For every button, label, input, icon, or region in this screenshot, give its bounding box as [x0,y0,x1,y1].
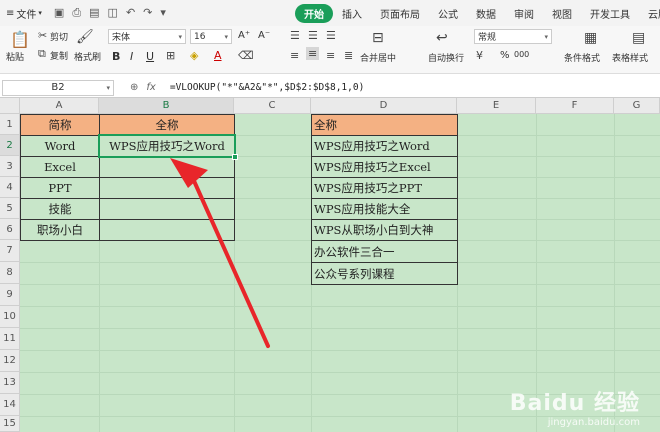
font-name-value: 宋体 [112,33,131,43]
decrease-font-button[interactable]: A⁻ [258,30,270,41]
table-style-button[interactable]: 表格样式 [612,51,648,64]
cut-button[interactable]: 剪切 [50,30,68,43]
tab-formulas[interactable]: 公式 [429,4,467,23]
quick-access-toolbar: ▣ ⎙ ▤ ◫ ↶ ↷ ▾ [54,6,166,20]
redo-icon[interactable]: ↷ [143,6,152,20]
tab-data[interactable]: 数据 [467,4,505,23]
thousands-separator-button[interactable]: 000 [514,50,529,59]
undo-icon[interactable]: ↶ [126,6,135,20]
paste-button[interactable]: 粘贴 [6,50,24,63]
align-top-icon[interactable]: ☰ [290,29,300,42]
chevron-down-icon: ▾ [38,9,42,17]
eraser-icon[interactable]: ⌫ [238,49,254,62]
justify-icon[interactable]: ≣ [344,49,353,62]
align-right-icon[interactable]: ≡ [326,49,335,62]
tab-developer[interactable]: 开发工具 [581,4,639,23]
spreadsheet-grid[interactable]: A B C D E F G 1 2 3 4 5 6 7 8 9 10 11 12… [0,98,660,432]
annotation-arrow-icon [170,158,270,348]
border-icon[interactable]: ⊞ [166,49,175,62]
align-bottom-icon[interactable]: ☰ [326,29,336,42]
zoom-icon[interactable]: ⊕ [130,82,138,93]
paste-icon[interactable]: 📋 [10,30,30,49]
align-middle-icon[interactable]: ☰ [308,29,318,42]
chevron-down-icon: ▾ [544,32,548,41]
tab-insert[interactable]: 插入 [333,4,371,23]
increase-font-button[interactable]: A⁺ [238,30,250,41]
chevron-down-icon: ▾ [178,32,182,41]
font-size-select[interactable]: 16 ▾ [190,29,232,44]
align-center-icon[interactable]: ≡ [306,47,320,60]
name-box[interactable]: B2 ▾ [2,79,114,96]
name-box-value: B2 [51,82,65,93]
fill-color-icon[interactable]: ◈ [190,49,198,62]
print-icon[interactable]: ▤ [89,6,99,20]
number-format-value: 常规 [478,33,497,43]
wrap-text-icon[interactable]: ↩ [436,30,448,46]
bold-button[interactable]: B [112,50,120,63]
more-icon[interactable]: ▾ [160,6,166,20]
font-color-button[interactable]: A [214,49,222,62]
wrap-text-button[interactable]: 自动换行 [428,51,464,64]
number-format-select[interactable]: 常规 ▾ [474,29,552,44]
copy-button[interactable]: 复制 [50,49,68,62]
save-icon[interactable]: ▣ [54,6,64,20]
percent-button[interactable]: % [500,50,510,61]
conditional-format-button[interactable]: 条件格式 [564,51,600,64]
formula-tools: ⊕ fx [130,82,156,93]
chevron-down-icon: ▾ [106,83,110,92]
chevron-down-icon: ▾ [224,32,228,41]
file-menu-label: 文件 [16,9,37,21]
ribbon: 📋 粘贴 ✂ 剪切 ⧉ 复制 🖌 格式刷 宋体 ▾ 16 ▾ A⁺ A⁻ B I U… [0,26,660,74]
formula-input[interactable]: =VLOOKUP("*"&A2&"*",$D$2:$D$8,1,0) [170,82,364,93]
print-preview-icon[interactable]: ⎙ [72,6,81,20]
font-size-value: 16 [194,31,206,42]
file-menu[interactable]: ≡ 文件 ▾ [6,6,42,21]
italic-button[interactable]: I [130,50,133,63]
tab-cloud[interactable]: 云服 [639,4,660,23]
tab-review[interactable]: 审阅 [505,4,543,23]
align-left-icon[interactable]: ≡ [290,49,299,62]
tab-view[interactable]: 视图 [543,4,581,23]
currency-icon[interactable]: ¥ [476,49,483,62]
menu-icon: ≡ [6,7,15,19]
baidu-watermark: Baidu 经验 jingyan.baidu.com [510,385,640,428]
underline-button[interactable]: U [146,50,154,63]
table-style-icon[interactable]: ▤ [632,30,645,46]
format-painter-button[interactable]: 格式刷 [74,50,101,63]
preview-icon[interactable]: ◫ [108,6,118,20]
watermark-url: jingyan.baidu.com [547,417,640,428]
tab-home[interactable]: 开始 [295,4,333,23]
cut-icon[interactable]: ✂ [38,29,47,42]
ribbon-tabs: 开始 插入 页面布局 公式 数据 审阅 视图 开发工具 云服 [295,4,660,23]
conditional-format-icon[interactable]: ▦ [584,30,597,46]
formula-bar: B2 ▾ ⊕ fx =VLOOKUP("*"&A2&"*",$D$2:$D$8,… [0,78,660,98]
font-name-select[interactable]: 宋体 ▾ [108,29,186,44]
tab-page-layout[interactable]: 页面布局 [371,4,429,23]
merge-center-button[interactable]: 合并居中 [360,51,396,64]
format-painter-icon[interactable]: 🖌 [76,29,94,45]
watermark-brand: Baidu 经验 [509,391,640,416]
fx-button[interactable]: fx [146,82,155,93]
menu-bar: ≡ 文件 ▾ ▣ ⎙ ▤ ◫ ↶ ↷ ▾ 开始 插入 页面布局 公式 数据 审阅… [0,0,660,26]
copy-icon[interactable]: ⧉ [38,47,46,61]
merge-cells-icon[interactable]: ⊟ [372,30,384,46]
